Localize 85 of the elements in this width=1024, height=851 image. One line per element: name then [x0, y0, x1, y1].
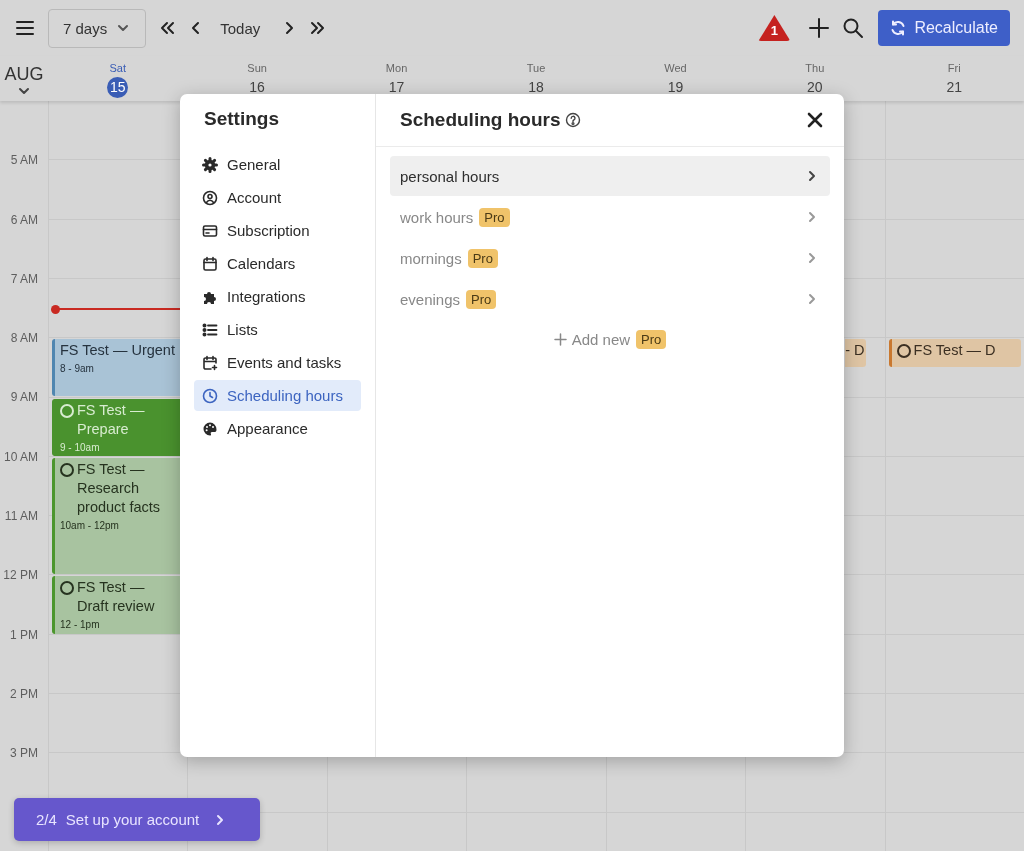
chevron-right-icon: [806, 211, 818, 223]
hour-label: 2 PM: [10, 686, 38, 701]
day-number[interactable]: 19: [665, 77, 686, 97]
setup-account-button[interactable]: 2/4 Set up your account: [14, 798, 260, 841]
dialog-title: Settings: [203, 108, 280, 131]
hour-label: 12 PM: [3, 568, 38, 583]
day-name: Thu: [805, 62, 825, 74]
circle-icon[interactable]: [896, 344, 911, 359]
settings-nav-item[interactable]: Subscription: [194, 215, 361, 246]
refresh-icon: [890, 20, 907, 36]
search-icon[interactable]: [842, 17, 865, 39]
circle-icon[interactable]: [60, 462, 74, 477]
day-name: Sun: [247, 62, 267, 74]
day-number[interactable]: 16: [247, 77, 268, 97]
day-name: Mon: [385, 62, 408, 74]
event-time: 8 - 9am: [60, 362, 95, 376]
plus-icon[interactable]: [808, 17, 831, 39]
settings-nav-item[interactable]: Scheduling hours: [194, 380, 361, 411]
chevron-down-icon: [117, 22, 130, 34]
range-dropdown[interactable]: 7 days: [48, 8, 147, 48]
hour-label: 5 AM: [10, 153, 38, 168]
chevron-right-icon: [806, 252, 818, 264]
day-number[interactable]: 17: [386, 77, 407, 97]
alert-badge[interactable]: 1: [758, 15, 791, 41]
event-title: FS Test — Research product facts: [77, 459, 161, 517]
day-number[interactable]: 20: [804, 77, 825, 97]
hour-label: 11 AM: [4, 509, 38, 524]
hour-label: 9 AM: [10, 390, 38, 405]
day-name: Tue: [526, 62, 546, 74]
pro-badge: Pro: [466, 289, 497, 309]
list-icon: [202, 321, 218, 338]
settings-nav-item[interactable]: Account: [194, 182, 361, 213]
event-title: FS Test — Prepare: [77, 400, 146, 439]
event-title: - D: [845, 341, 865, 361]
hour-label: 7 AM: [10, 271, 38, 286]
day-name: Wed: [664, 62, 687, 74]
event-time: 9 - 10am: [60, 440, 101, 454]
hour-label: 10 AM: [3, 449, 38, 464]
settings-nav-item[interactable]: Calendars: [194, 248, 361, 279]
settings-nav-item[interactable]: General: [194, 149, 361, 180]
recalculate-button[interactable]: Recalculate: [878, 10, 1010, 46]
hour-label: 3 PM: [10, 746, 38, 761]
calendar-icon: [202, 255, 218, 272]
add-new-button[interactable]: Add new: [553, 330, 631, 348]
event-title: FS Test — Draft review: [77, 578, 156, 617]
event-time: 12 - 1pm: [60, 618, 101, 632]
settings-nav-item[interactable]: Lists: [194, 314, 361, 345]
panel-title: Scheduling hours: [400, 109, 561, 131]
event-title: FS Test — D: [913, 341, 996, 361]
pro-badge: Pro: [479, 207, 510, 227]
gear-icon: [202, 156, 218, 173]
event-time: 10am - 12pm: [60, 518, 120, 532]
double-left-icon[interactable]: [159, 20, 176, 36]
day-number[interactable]: 21: [944, 77, 965, 97]
palette-icon: [202, 420, 218, 437]
user-circle-icon: [202, 189, 218, 206]
close-icon[interactable]: [806, 111, 824, 129]
settings-nav-item[interactable]: Appearance: [194, 413, 361, 444]
event-card[interactable]: FS Test — D: [888, 339, 1021, 367]
chevron-right-icon: [806, 293, 818, 305]
calendar-plus-icon: [202, 354, 218, 371]
card-icon: [202, 222, 218, 239]
schedule-list-item[interactable]: personal hours: [390, 156, 830, 196]
hour-label: 8 AM: [10, 331, 38, 346]
pro-badge: Pro: [636, 329, 667, 349]
clock-icon: [202, 387, 218, 404]
double-right-icon[interactable]: [310, 20, 327, 36]
day-number[interactable]: 18: [526, 77, 546, 97]
day-number[interactable]: 15: [107, 77, 129, 98]
event-title: FS Test — Urgent: [60, 341, 175, 361]
month-label: AUG: [4, 64, 44, 85]
settings-nav-item[interactable]: Events and tasks: [194, 347, 361, 378]
day-name: Fri: [947, 62, 961, 74]
chevron-right-icon: [806, 170, 818, 182]
pro-badge: Pro: [467, 248, 498, 268]
help-icon[interactable]: [565, 112, 582, 128]
chevron-down-icon[interactable]: [18, 87, 30, 95]
hour-label: 6 AM: [10, 212, 38, 227]
circle-icon[interactable]: [60, 581, 74, 596]
today-button[interactable]: Today: [212, 13, 269, 43]
day-name: Sat: [109, 62, 126, 74]
settings-nav-item[interactable]: Integrations: [194, 281, 361, 312]
event-card[interactable]: - D: [845, 339, 867, 367]
plus-icon: [553, 332, 567, 346]
hour-label: 1 PM: [10, 627, 38, 642]
